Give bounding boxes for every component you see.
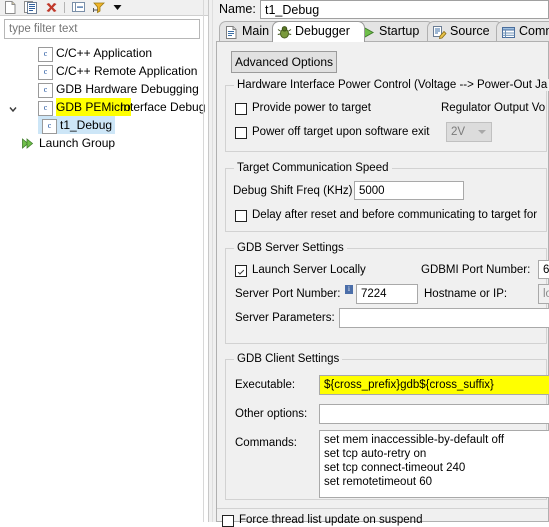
server-parameters-input[interactable] xyxy=(339,308,549,328)
delay-after-reset-label: Delay after reset and before communicati… xyxy=(252,209,538,221)
tree-item-gdb-hardware-debugging[interactable]: c GDB Hardware Debugging xyxy=(0,80,205,98)
content-divider xyxy=(217,508,548,509)
tree-item-label: GDB Hardware Debugging xyxy=(56,82,199,96)
server-port-label: Server Port Number: xyxy=(235,288,341,300)
tree-item-label: C/C++ Remote Application xyxy=(56,64,198,78)
provide-power-label: Provide power to target xyxy=(252,102,371,114)
view-menu-icon[interactable] xyxy=(113,1,122,14)
tree-item-label: Launch Group xyxy=(39,136,116,150)
tab-debugger[interactable]: Debugger xyxy=(272,21,365,42)
voltage-select[interactable]: 2V xyxy=(446,122,492,142)
debug-shift-freq-label: Debug Shift Freq (KHz) xyxy=(233,185,353,197)
other-options-label: Other options: xyxy=(235,408,308,420)
new-launch-configuration-icon[interactable] xyxy=(4,1,17,14)
power-control-group: Hardware Interface Power Control (Voltag… xyxy=(225,79,549,152)
group-title: Hardware Interface Power Control (Voltag… xyxy=(234,79,549,91)
tab-label: Startup xyxy=(379,24,420,38)
gdbmi-port-input[interactable] xyxy=(538,260,549,279)
launch-configurations-panel: c C/C++ Application c C/C++ Remote Appli… xyxy=(0,0,208,522)
document-icon xyxy=(224,25,239,40)
force-thread-update-checkbox[interactable] xyxy=(222,515,234,527)
collapse-all-icon[interactable] xyxy=(72,1,85,14)
filter-field-wrapper xyxy=(4,19,200,39)
voltage-select-value: 2V xyxy=(451,126,466,138)
delay-after-reset-checkbox[interactable] xyxy=(235,210,247,222)
hostname-label: Hostname or IP: xyxy=(424,288,508,300)
chevron-down-icon[interactable] xyxy=(8,102,18,113)
tree-item-c-cpp-remote-application[interactable]: c C/C++ Remote Application xyxy=(0,62,205,80)
name-row: Name: xyxy=(216,0,549,20)
executable-input[interactable] xyxy=(319,375,549,395)
gdb-server-settings-group: GDB Server Settings Launch Server Locall… xyxy=(225,242,549,344)
launch-configurations-tree: c C/C++ Application c C/C++ Remote Appli… xyxy=(0,44,205,152)
server-port-input[interactable] xyxy=(356,284,418,304)
target-communication-speed-group: Target Communication Speed Debug Shift F… xyxy=(225,162,547,232)
debugger-tab-content: Advanced Options Hardware Interface Powe… xyxy=(216,41,549,527)
group-title: Target Communication Speed xyxy=(234,162,392,174)
tab-label: Debugger xyxy=(295,24,350,38)
executable-label: Executable: xyxy=(235,379,296,391)
tab-label: Source xyxy=(450,24,490,38)
search-input[interactable] xyxy=(4,19,200,39)
power-off-on-exit-checkbox[interactable] xyxy=(235,127,247,139)
tab-bar: Main Debugger Startup Source Com xyxy=(216,21,549,42)
panel-splitter[interactable] xyxy=(208,0,209,522)
toolbar-separator xyxy=(64,2,65,13)
regulator-output-voltage-label: Regulator Output Vo xyxy=(441,102,546,114)
delete-icon[interactable] xyxy=(45,1,58,14)
tree-item-c-cpp-application[interactable]: c C/C++ Application xyxy=(0,44,205,62)
tab-source[interactable]: Source xyxy=(427,21,503,42)
launch-server-locally-checkbox[interactable] xyxy=(235,265,247,277)
tree-item-label: C/C++ Application xyxy=(56,46,153,60)
c-file-icon: c xyxy=(38,101,53,116)
commands-textarea[interactable]: set mem inaccessible-by-default off set … xyxy=(319,430,549,498)
filter-icon[interactable] xyxy=(92,1,105,14)
bug-icon xyxy=(277,25,292,40)
tab-label: Comm xyxy=(519,24,549,38)
debug-shift-freq-input[interactable] xyxy=(354,181,464,200)
group-title: GDB Client Settings xyxy=(234,353,343,365)
other-options-input[interactable] xyxy=(319,404,549,424)
tab-common[interactable]: Comm xyxy=(496,21,549,42)
chevron-down-icon xyxy=(478,130,486,134)
source-edit-icon xyxy=(432,25,447,40)
tree-item-launch-group[interactable]: Launch Group xyxy=(0,134,205,152)
power-off-on-exit-label: Power off target upon software exit xyxy=(252,126,430,138)
tab-label: Main xyxy=(242,24,270,38)
c-file-icon: c xyxy=(38,47,53,62)
group-title: GDB Server Settings xyxy=(234,242,347,254)
left-panel-edge xyxy=(203,0,204,522)
launch-server-locally-label: Launch Server Locally xyxy=(252,264,366,276)
c-file-icon: c xyxy=(42,119,57,134)
hostname-input[interactable] xyxy=(538,284,549,304)
c-file-icon: c xyxy=(38,65,53,80)
launch-configuration-dialog: c C/C++ Application c C/C++ Remote Appli… xyxy=(0,0,549,527)
gdb-client-settings-group: GDB Client Settings Executable: Other op… xyxy=(225,353,549,500)
info-icon[interactable]: i xyxy=(345,285,353,294)
configuration-editor-panel: Name: Main xyxy=(216,0,549,527)
tree-item-label-rest: Interface Debug xyxy=(120,100,206,114)
tree-item-gdb-pemicro-interface-debug[interactable]: c GDB PEMicro Interface Debug xyxy=(0,98,205,116)
gdbmi-port-label: GDBMI Port Number: xyxy=(421,264,531,276)
configuration-name-input[interactable] xyxy=(260,0,549,19)
force-thread-update-label: Force thread list update on suspend xyxy=(239,514,423,526)
advanced-options-button[interactable]: Advanced Options xyxy=(231,51,337,73)
tab-startup[interactable]: Startup xyxy=(354,21,434,42)
name-label: Name: xyxy=(219,2,256,16)
provide-power-checkbox[interactable] xyxy=(235,103,247,115)
duplicate-icon[interactable] xyxy=(24,1,37,14)
launch-group-icon xyxy=(21,137,34,150)
c-file-icon: c xyxy=(38,83,53,98)
tree-item-t1-debug[interactable]: c t1_Debug xyxy=(0,116,205,134)
panel-splitter-shadow xyxy=(212,0,213,522)
tree-item-label: t1_Debug xyxy=(60,118,113,132)
table-icon xyxy=(501,25,516,40)
server-parameters-label: Server Parameters: xyxy=(235,312,335,324)
commands-label: Commands: xyxy=(235,437,297,449)
left-toolbar xyxy=(0,0,208,16)
